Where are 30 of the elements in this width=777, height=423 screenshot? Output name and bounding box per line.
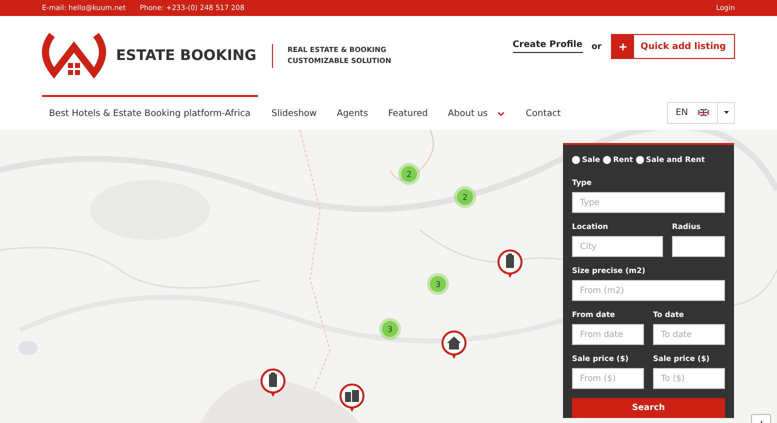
flag-icon (698, 109, 709, 116)
caret-icon (724, 111, 728, 114)
quick-add-listing-button[interactable]: Quick add listing (610, 34, 735, 59)
nav-item[interactable]: Contact (516, 95, 571, 130)
house-pin-icon[interactable] (441, 330, 467, 360)
nav-item[interactable]: Agents (326, 95, 378, 130)
nav-item[interactable]: Slideshow (262, 95, 327, 130)
map-cluster-marker[interactable]: 2 (398, 163, 420, 185)
nav-item[interactable]: About us (438, 95, 516, 130)
map-cluster-marker[interactable]: 3 (379, 318, 401, 340)
create-profile-link[interactable]: Create Profile (512, 40, 582, 53)
nav-item[interactable]: Featured (378, 95, 438, 130)
brand-name: ESTATE BOOKING (116, 48, 256, 64)
building-pin-icon[interactable] (497, 249, 523, 279)
input-field[interactable]: Type (572, 192, 725, 213)
input-field[interactable]: City (572, 236, 664, 257)
logo-icon (42, 32, 106, 78)
input-field[interactable]: To ($) (653, 368, 725, 389)
map-cluster-marker[interactable]: 2 (454, 186, 476, 208)
search-button[interactable]: Search (572, 398, 725, 418)
input-field[interactable]: From ($) (572, 368, 644, 389)
or-text: or (592, 42, 602, 52)
input-field[interactable]: To date (653, 324, 725, 345)
apartments-pin-icon[interactable] (339, 383, 365, 413)
plus-icon (618, 42, 628, 52)
input-field[interactable] (672, 236, 725, 257)
map-cluster-marker[interactable]: 3 (427, 273, 449, 295)
input-field[interactable]: From date (572, 324, 644, 345)
building-pin-icon[interactable] (260, 368, 286, 398)
input-field[interactable]: From (m2) (572, 280, 725, 301)
